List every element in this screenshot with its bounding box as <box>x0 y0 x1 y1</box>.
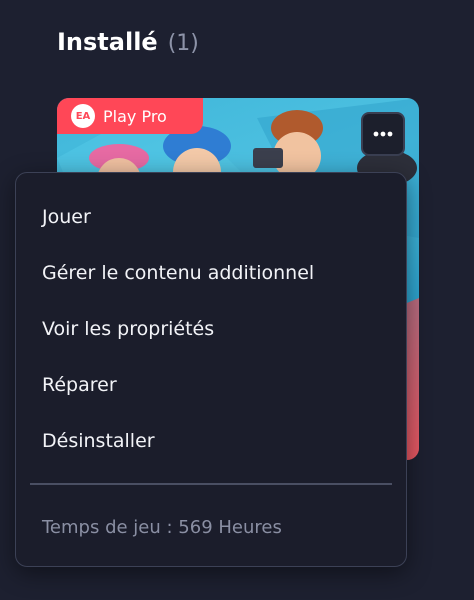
menu-item-manage-dlc[interactable]: Gérer le contenu additionnel <box>42 253 386 293</box>
menu-item-play[interactable]: Jouer <box>42 197 386 237</box>
context-menu: Jouer Gérer le contenu additionnel Voir … <box>15 172 407 567</box>
ea-play-pro-badge: EA Play Pro <box>57 98 203 134</box>
menu-item-view-properties[interactable]: Voir les propriétés <box>42 309 386 349</box>
menu-item-repair[interactable]: Réparer <box>42 365 386 405</box>
menu-item-uninstall[interactable]: Désinstaller <box>42 421 386 461</box>
section-title: Installé <box>57 28 158 56</box>
section-count: (1) <box>167 31 199 56</box>
section-header: Installé (1) <box>57 28 199 62</box>
menu-divider <box>30 483 392 485</box>
playtime-info: Temps de jeu : 569 Heures <box>42 516 282 538</box>
more-options-button[interactable] <box>361 112 405 156</box>
ea-logo-icon: EA <box>71 104 95 128</box>
badge-label: Play Pro <box>103 106 167 126</box>
more-horizontal-icon <box>373 131 393 137</box>
